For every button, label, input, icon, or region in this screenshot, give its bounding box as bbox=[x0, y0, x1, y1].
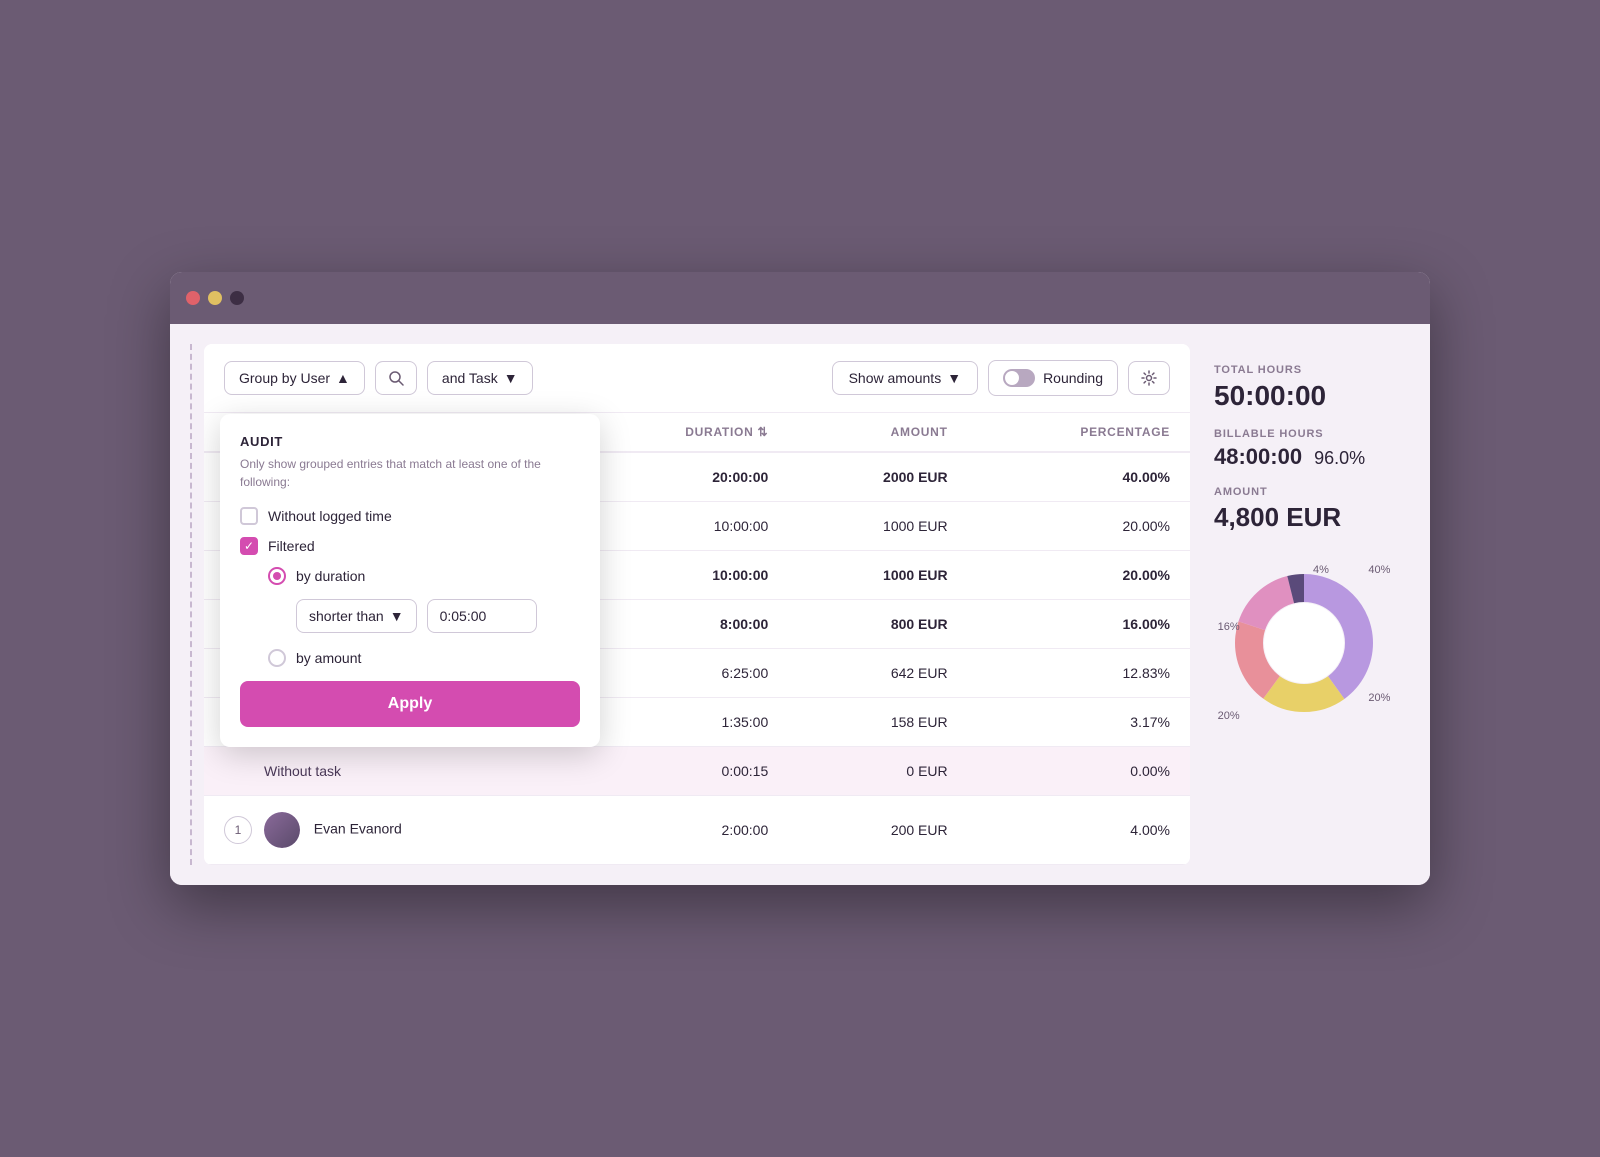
by-duration-label: by duration bbox=[296, 568, 365, 584]
donut-label-20a: 20% bbox=[1368, 692, 1390, 704]
donut-labels: 40% 4% 20% 20% 16% bbox=[1214, 553, 1394, 733]
row-amount: 200 EUR bbox=[788, 796, 967, 865]
by-amount-label: by amount bbox=[296, 650, 361, 666]
by-amount-row: by amount bbox=[268, 649, 580, 667]
main-window: Group by User ▲ and Task ▼ Show amounts bbox=[170, 272, 1430, 885]
col-header-amount: AMOUNT bbox=[788, 413, 967, 452]
donut-chart: 40% 4% 20% 20% 16% bbox=[1214, 553, 1394, 733]
filter-type-select[interactable]: shorter than ▼ bbox=[296, 599, 417, 633]
user-number: 1 bbox=[224, 816, 252, 844]
col-header-duration: DURATION ⇅ bbox=[577, 413, 788, 452]
row-duration: 10:00:00 bbox=[577, 551, 788, 600]
col-header-percentage: PERCENTAGE bbox=[968, 413, 1190, 452]
amount-label: AMOUNT bbox=[1214, 486, 1390, 498]
total-hours-value: 50:00:00 bbox=[1214, 380, 1390, 412]
amount-value: 4,800 EUR bbox=[1214, 502, 1390, 533]
group-by-button[interactable]: Group by User ▲ bbox=[224, 361, 365, 395]
audit-popup: AUDIT Only show grouped entries that mat… bbox=[220, 414, 600, 747]
donut-label-4: 4% bbox=[1313, 564, 1329, 576]
row-duration: 8:00:00 bbox=[577, 600, 788, 649]
search-button[interactable] bbox=[375, 361, 417, 395]
row-duration: 20:00:00 bbox=[577, 452, 788, 502]
and-task-label: and Task bbox=[442, 370, 498, 386]
row-pct: 0.00% bbox=[968, 747, 1190, 796]
without-logged-time-row: Without logged time bbox=[240, 507, 580, 525]
filter-controls: shorter than ▼ bbox=[296, 599, 580, 633]
radio-section: by duration shorter than ▼ by amount bbox=[268, 567, 580, 667]
row-task-name: Without task bbox=[204, 747, 577, 796]
row-duration: 6:25:00 bbox=[577, 649, 788, 698]
group-by-label: Group by User bbox=[239, 370, 330, 386]
right-panel: TOTAL HOURS 50:00:00 BILLABLE HOURS 48:0… bbox=[1190, 344, 1410, 865]
by-duration-radio[interactable] bbox=[268, 567, 286, 585]
filtered-label: Filtered bbox=[268, 538, 315, 554]
titlebar bbox=[170, 272, 1430, 324]
filter-value-input[interactable] bbox=[427, 599, 537, 633]
chevron-down-icon: ▼ bbox=[504, 370, 518, 386]
row-duration: 10:00:00 bbox=[577, 502, 788, 551]
without-logged-time-checkbox[interactable] bbox=[240, 507, 258, 525]
table-row: 1 Evan Evanord 2:00:00 200 EUR 4.00% bbox=[204, 796, 1190, 865]
settings-button[interactable] bbox=[1128, 361, 1170, 395]
without-logged-time-label: Without logged time bbox=[268, 508, 392, 524]
audit-description: Only show grouped entries that match at … bbox=[240, 455, 580, 491]
row-pct: 20.00% bbox=[968, 502, 1190, 551]
close-dot[interactable] bbox=[186, 291, 200, 305]
user-name: Evan Evanord bbox=[314, 821, 402, 837]
by-amount-radio[interactable] bbox=[268, 649, 286, 667]
by-duration-row: by duration bbox=[268, 567, 580, 585]
main-panel: Group by User ▲ and Task ▼ Show amounts bbox=[204, 344, 1190, 865]
avatar-image bbox=[264, 812, 300, 848]
minimize-dot[interactable] bbox=[208, 291, 222, 305]
donut-label-20b: 20% bbox=[1218, 710, 1240, 722]
row-amount: 1000 EUR bbox=[788, 502, 967, 551]
and-task-button[interactable]: and Task ▼ bbox=[427, 361, 533, 395]
rounding-button[interactable]: Rounding bbox=[988, 360, 1118, 396]
billable-hours-value: 48:00:00 bbox=[1214, 444, 1302, 470]
row-amount: 642 EUR bbox=[788, 649, 967, 698]
row-pct: 3.17% bbox=[968, 698, 1190, 747]
show-amounts-label: Show amounts bbox=[849, 370, 942, 386]
chevron-up-icon: ▲ bbox=[336, 370, 350, 386]
rounding-toggle[interactable] bbox=[1003, 369, 1035, 387]
table-row: Without task 0:00:15 0 EUR 0.00% bbox=[204, 747, 1190, 796]
toolbar: Group by User ▲ and Task ▼ Show amounts bbox=[204, 344, 1190, 413]
filter-type-value: shorter than bbox=[309, 608, 384, 624]
maximize-dot[interactable] bbox=[230, 291, 244, 305]
rounding-label: Rounding bbox=[1043, 370, 1103, 386]
apply-button[interactable]: Apply bbox=[240, 681, 580, 727]
donut-label-40: 40% bbox=[1368, 564, 1390, 576]
row-amount: 2000 EUR bbox=[788, 452, 967, 502]
row-duration: 1:35:00 bbox=[577, 698, 788, 747]
row-pct: 16.00% bbox=[968, 600, 1190, 649]
chevron-down-icon-2: ▼ bbox=[947, 370, 961, 386]
row-amount: 158 EUR bbox=[788, 698, 967, 747]
avatar bbox=[264, 812, 300, 848]
billable-pct: 96.0% bbox=[1314, 448, 1365, 469]
donut-label-16: 16% bbox=[1218, 621, 1240, 633]
total-hours-label: TOTAL HOURS bbox=[1214, 364, 1390, 376]
billable-hours-row: 48:00:00 96.0% bbox=[1214, 444, 1390, 470]
sort-icon[interactable]: ⇅ bbox=[757, 425, 768, 439]
row-amount: 0 EUR bbox=[788, 747, 967, 796]
audit-title: AUDIT bbox=[240, 434, 580, 449]
left-border bbox=[190, 344, 194, 865]
billable-hours-label: BILLABLE HOURS bbox=[1214, 428, 1390, 440]
search-icon bbox=[388, 370, 404, 386]
chevron-down-icon-3: ▼ bbox=[390, 608, 404, 624]
filtered-row: ✓ Filtered bbox=[240, 537, 580, 555]
filtered-checkbox[interactable]: ✓ bbox=[240, 537, 258, 555]
row-amount: 1000 EUR bbox=[788, 551, 967, 600]
row-duration: 2:00:00 bbox=[577, 796, 788, 865]
row-pct: 40.00% bbox=[968, 452, 1190, 502]
gear-icon bbox=[1141, 370, 1157, 386]
row-pct: 12.83% bbox=[968, 649, 1190, 698]
row-pct: 20.00% bbox=[968, 551, 1190, 600]
content-area: Group by User ▲ and Task ▼ Show amounts bbox=[170, 324, 1430, 885]
row-duration: 0:00:15 bbox=[577, 747, 788, 796]
row-user-cell: 1 Evan Evanord bbox=[204, 796, 577, 865]
row-amount: 800 EUR bbox=[788, 600, 967, 649]
show-amounts-button[interactable]: Show amounts ▼ bbox=[832, 361, 978, 395]
row-pct: 4.00% bbox=[968, 796, 1190, 865]
